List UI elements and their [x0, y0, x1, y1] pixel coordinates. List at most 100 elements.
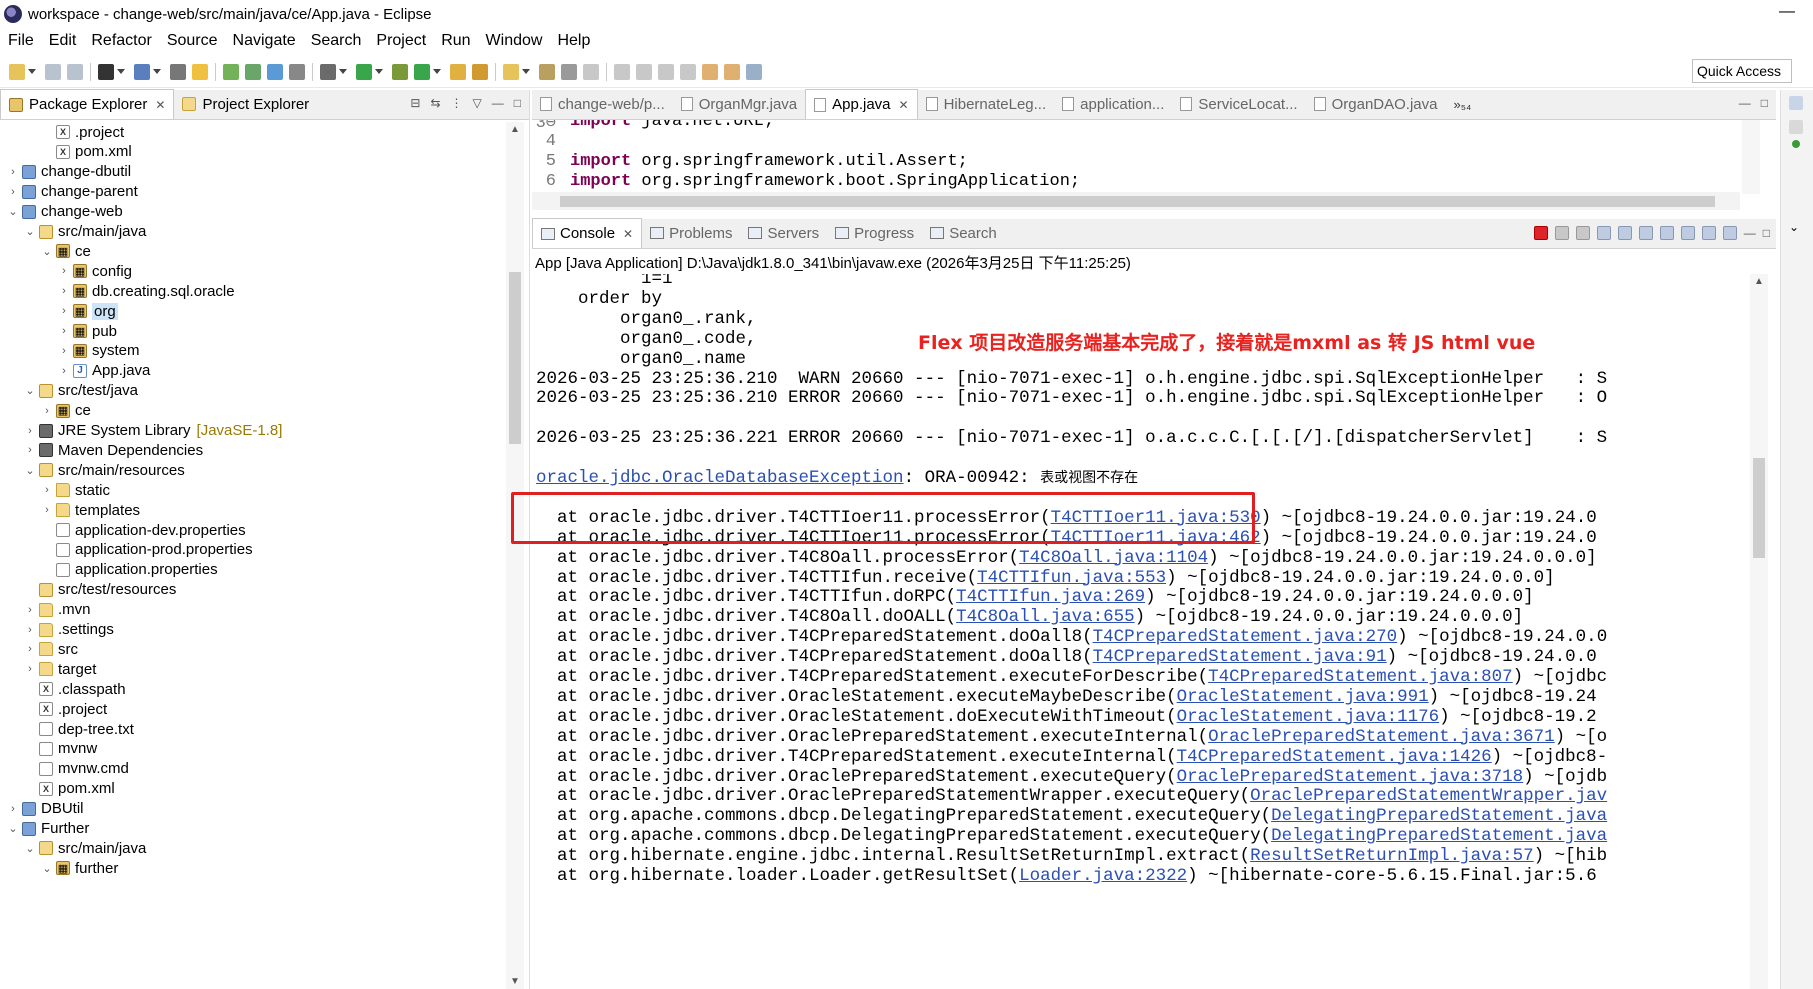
chevron-down-icon[interactable]: ⌄	[25, 842, 35, 855]
chevron-right-icon[interactable]: ›	[25, 663, 35, 675]
maximize-view-icon[interactable]: □	[1761, 96, 1768, 110]
menu-help[interactable]: Help	[557, 32, 590, 50]
chevron-right-icon[interactable]: ›	[25, 444, 35, 456]
editor-tab[interactable]: application...	[1054, 89, 1172, 119]
quick-access-field[interactable]	[1692, 59, 1792, 83]
chevron-down-icon[interactable]	[375, 69, 383, 74]
source-link[interactable]: T4CTTIfun.java:553	[977, 568, 1166, 588]
scroll-down-icon[interactable]: ▼	[510, 976, 520, 987]
tree-item[interactable]: application-dev.properties	[42, 520, 246, 540]
chevron-right-icon[interactable]: ›	[25, 425, 35, 437]
status-icon[interactable]	[1792, 140, 1800, 148]
tree-item[interactable]: ⌄ ▦ further	[42, 858, 118, 878]
source-link[interactable]: OracleStatement.java:1176	[1177, 707, 1440, 727]
tree-item[interactable]: mvnw	[25, 739, 97, 759]
source-link[interactable]: DelegatingPreparedStatement.java	[1271, 826, 1607, 846]
chevron-right-icon[interactable]: ›	[8, 803, 18, 815]
tree-item[interactable]: Xpom.xml	[42, 142, 132, 162]
source-link[interactable]: Loader.java:2322	[1019, 866, 1187, 886]
pin-editor-icon[interactable]	[724, 63, 740, 80]
tree-item[interactable]: › change-dbutil	[8, 162, 131, 182]
chevron-right-icon[interactable]: ›	[59, 265, 69, 277]
menu-refactor[interactable]: Refactor	[91, 32, 151, 50]
scrollbar-thumb[interactable]	[509, 272, 521, 444]
tree-item[interactable]: › ▦ system	[59, 341, 139, 361]
open-console-icon[interactable]	[1722, 226, 1737, 240]
chevron-right-icon[interactable]: ›	[59, 365, 69, 377]
tab-console[interactable]: Console ✕	[532, 218, 643, 248]
minimize-view-icon[interactable]: —	[1739, 96, 1751, 110]
run-icon[interactable]	[356, 63, 372, 80]
chevron-down-icon[interactable]: ⌄	[1789, 220, 1799, 234]
source-link[interactable]: T4CPreparedStatement.java:270	[1093, 627, 1398, 647]
chevron-right-icon[interactable]: ›	[42, 484, 52, 496]
source-link[interactable]: oracle.jdbc.OracleDatabaseException	[536, 468, 904, 488]
code-editor[interactable]: 3⊖ import java.net.URL; 4 5 import org.sprin…	[532, 120, 1740, 198]
chevron-down-icon[interactable]: ⌄	[8, 205, 18, 218]
chevron-down-icon[interactable]: ⌄	[25, 384, 35, 397]
collapse-all-icon[interactable]: ⊟	[410, 96, 420, 110]
editor-tab[interactable]: ServiceLocat...	[1172, 89, 1305, 119]
source-link[interactable]: DelegatingPreparedStatement.java	[1271, 806, 1607, 826]
source-link[interactable]: OraclePreparedStatement.java:3671	[1208, 727, 1555, 747]
chevron-down-icon[interactable]: ▽	[473, 96, 482, 110]
chevron-down-icon[interactable]: ⌄	[25, 464, 35, 477]
scroll-up-icon[interactable]: ▲	[510, 124, 520, 135]
chevron-down-icon[interactable]	[153, 69, 161, 74]
scrollbar-thumb[interactable]	[1753, 458, 1765, 558]
debug-icon[interactable]	[320, 63, 336, 80]
menu-edit[interactable]: Edit	[49, 32, 77, 50]
pin-console-icon[interactable]	[1680, 226, 1695, 240]
last-edit-icon[interactable]	[658, 63, 674, 80]
new-icon[interactable]	[9, 63, 25, 80]
chevron-right-icon[interactable]: ›	[59, 285, 69, 297]
tree-item[interactable]: ⌄ src/main/java	[25, 838, 146, 858]
pin-icon[interactable]	[170, 63, 186, 80]
new-class-icon[interactable]	[503, 63, 519, 80]
tabs-overflow-button[interactable]: »₅₄	[1446, 89, 1480, 119]
tree-item[interactable]: application-prod.properties	[42, 540, 253, 560]
forward-icon[interactable]	[702, 63, 718, 80]
chevron-down-icon[interactable]: ⌄	[25, 225, 35, 238]
new-java-project-icon[interactable]	[450, 63, 466, 80]
chevron-right-icon[interactable]: ›	[25, 643, 35, 655]
show-on-output-icon[interactable]	[1659, 226, 1674, 240]
menu-file[interactable]: File	[8, 32, 34, 50]
tree-item[interactable]: › ▦ db.creating.sql.oracle	[59, 281, 234, 301]
maximize-view-icon[interactable]: □	[514, 96, 521, 110]
editor-vertical-scrollbar[interactable]	[1742, 120, 1760, 194]
close-icon[interactable]: ✕	[155, 98, 165, 112]
editor-tab[interactable]: App.java ✕	[805, 89, 918, 119]
search-icon[interactable]	[561, 63, 577, 80]
source-link[interactable]: T4CPreparedStatement.java:91	[1093, 647, 1387, 667]
display-console-icon[interactable]	[1701, 226, 1716, 240]
tree-item[interactable]: › DBUtil	[8, 799, 83, 819]
source-link[interactable]: T4CPreparedStatement.java:807	[1208, 667, 1513, 687]
new-package-icon[interactable]	[472, 63, 488, 80]
run-debug-icon[interactable]	[245, 63, 261, 80]
chevron-right-icon[interactable]: ›	[25, 624, 35, 636]
tree-item[interactable]: › Maven Dependencies	[25, 440, 203, 460]
tree-item[interactable]: › .mvn	[25, 600, 90, 620]
tree-item[interactable]: › static	[42, 480, 110, 500]
source-link[interactable]: T4C8Oall.java:1104	[1019, 548, 1208, 568]
console-open-icon[interactable]	[134, 63, 150, 80]
save-icon[interactable]	[45, 63, 61, 80]
minimize-button[interactable]: —	[1779, 3, 1795, 21]
chevron-down-icon[interactable]	[117, 69, 125, 74]
link-with-editor-icon[interactable]: ⇆	[430, 96, 440, 110]
word-wrap-icon[interactable]	[1638, 226, 1653, 240]
tree-item[interactable]: Xpom.xml	[25, 779, 115, 799]
tab-package-explorer[interactable]: Package Explorer ✕	[0, 89, 175, 119]
tree-item[interactable]: ⌄ ▦ ce	[42, 241, 90, 261]
console-output[interactable]: 1=1 order by organ0_.rank, organ0_.code,…	[532, 274, 1748, 989]
menu-run[interactable]: Run	[441, 32, 470, 50]
tree-item[interactable]: › ▦ pub	[59, 321, 117, 341]
outline-icon[interactable]	[1789, 96, 1803, 110]
menu-window[interactable]: Window	[486, 32, 543, 50]
history-icon[interactable]	[746, 63, 762, 80]
tree-item[interactable]: › target	[25, 659, 96, 679]
tree-item[interactable]: src/test/resources	[25, 580, 176, 600]
remove-launch-icon[interactable]	[1554, 226, 1569, 240]
source-link[interactable]: OracleStatement.java:991	[1177, 687, 1429, 707]
